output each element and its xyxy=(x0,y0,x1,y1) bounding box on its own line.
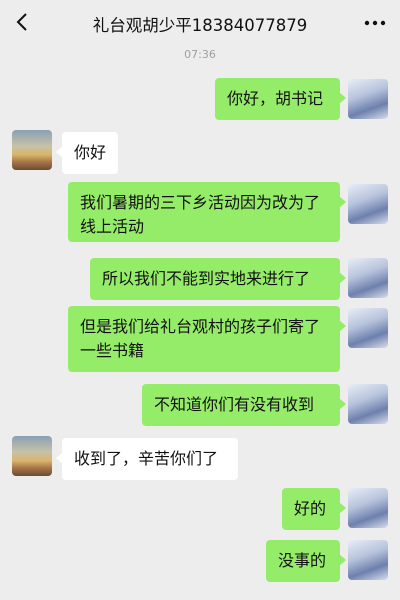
my-avatar[interactable] xyxy=(348,540,388,580)
top-bar: 礼台观胡少平18384077879 xyxy=(0,0,400,46)
my-avatar[interactable] xyxy=(348,79,388,119)
contact-avatar[interactable] xyxy=(12,436,52,476)
message-bubble-sent[interactable]: 好的 xyxy=(282,488,346,530)
my-avatar[interactable] xyxy=(348,308,388,348)
message-timestamp: 07:36 xyxy=(184,48,216,61)
message-bubble-received[interactable]: 你好 xyxy=(56,132,118,174)
contact-avatar[interactable] xyxy=(12,130,52,170)
my-avatar[interactable] xyxy=(348,488,388,528)
message-bubble-sent[interactable]: 不知道你们有没有收到 xyxy=(142,384,346,426)
message-bubble-sent[interactable]: 我们暑期的三下乡活动因为改为了线上活动 xyxy=(68,182,346,242)
message-bubble-sent[interactable]: 你好，胡书记 xyxy=(215,78,346,120)
more-dots-icon xyxy=(364,20,386,26)
my-avatar[interactable] xyxy=(348,258,388,298)
my-avatar[interactable] xyxy=(348,384,388,424)
message-bubble-sent[interactable]: 没事的 xyxy=(266,540,346,582)
more-button[interactable] xyxy=(360,8,390,38)
my-avatar[interactable] xyxy=(348,184,388,224)
chat-title: 礼台观胡少平18384077879 xyxy=(92,16,308,35)
message-bubble-received[interactable]: 收到了，辛苦你们了 xyxy=(56,438,238,480)
message-bubble-sent[interactable]: 但是我们给礼台观村的孩子们寄了一些书籍 xyxy=(68,306,346,372)
message-bubble-sent[interactable]: 所以我们不能到实地来进行了 xyxy=(90,258,346,300)
